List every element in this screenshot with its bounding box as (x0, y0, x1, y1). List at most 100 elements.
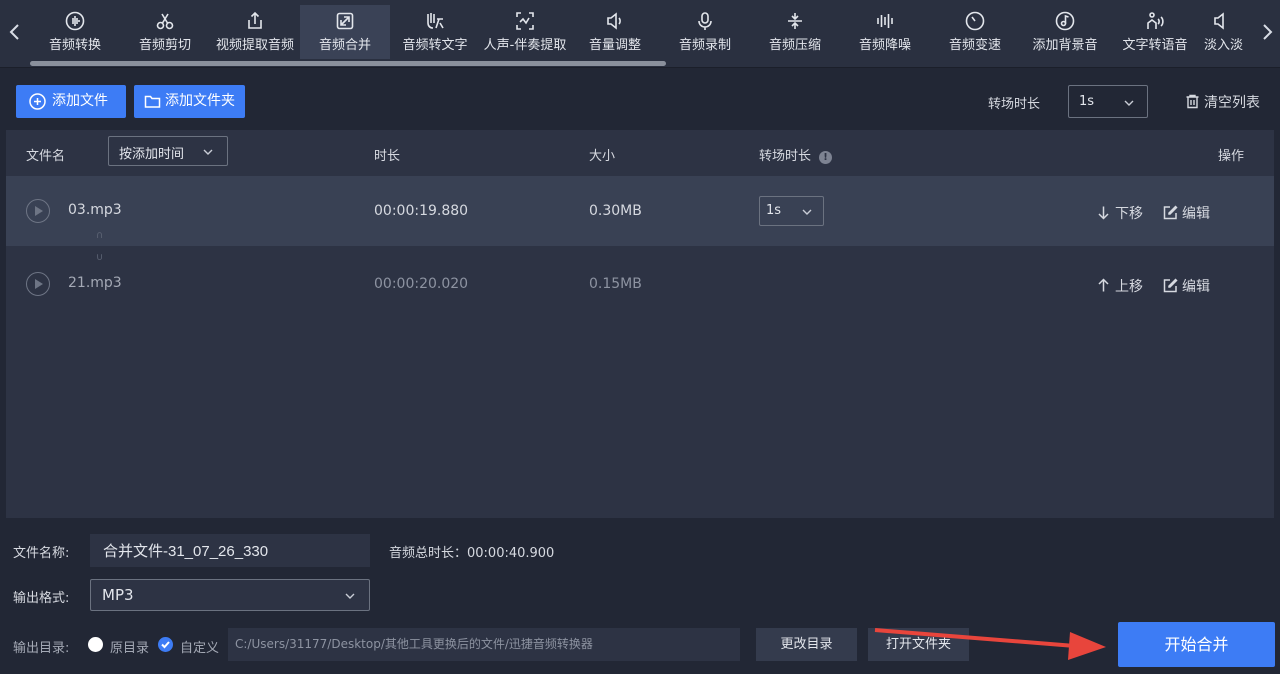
tool-label: 音频合并 (318, 38, 371, 53)
tool-denoise[interactable]: 音频降噪 (840, 5, 930, 59)
header-filename: 文件名 (26, 149, 66, 164)
file-name: 21.mp3 (68, 275, 122, 291)
row-transition-value: 1s (766, 203, 782, 218)
tool-text-to-speech[interactable]: 文字转语音 (1110, 5, 1200, 59)
tool-label: 音频剪切 (138, 38, 191, 53)
move-up-label: 上移 (1115, 279, 1143, 295)
list-header: 文件名 按添加时间 时长 大小 转场时长! 操作 (6, 130, 1274, 176)
format-select[interactable]: MP3 (90, 579, 370, 611)
tool-label: 音频压缩 (768, 38, 821, 53)
tool-label: 添加背景音 (1032, 38, 1098, 53)
chevron-down-icon (802, 206, 812, 216)
radio-original-label: 原目录 (110, 641, 150, 656)
vocal-extract-icon (515, 11, 535, 31)
move-down-button[interactable]: 下移 (1096, 203, 1143, 223)
fade-icon (1212, 11, 1232, 31)
edit-label: 编辑 (1182, 206, 1210, 222)
chevron-left-icon (9, 24, 19, 40)
music-note-circle-icon (1055, 11, 1075, 31)
tool-label: 音频变速 (948, 38, 1001, 53)
add-folder-label: 添加文件夹 (165, 93, 235, 109)
radio-original[interactable] (88, 637, 103, 652)
scroll-right-button[interactable] (1256, 22, 1278, 48)
upload-box-icon (245, 11, 265, 31)
open-folder-button[interactable]: 打开文件夹 (868, 628, 969, 661)
tool-label: 音频降噪 (858, 38, 911, 53)
tool-toolbar: 音频转换 音频剪切 视频提取音频 音频合并 音频转文字 人声-伴奏提取 音量调整 (0, 0, 1280, 68)
scroll-left-button[interactable] (4, 22, 26, 48)
add-file-button[interactable]: 添加文件 (16, 85, 126, 118)
speaker-icon (605, 11, 625, 31)
trash-icon (1186, 94, 1199, 109)
sort-select[interactable]: 按添加时间 (108, 136, 228, 166)
tool-vocal-extract[interactable]: 人声-伴奏提取 (480, 5, 570, 59)
merge-arrows-icon (335, 11, 355, 31)
tool-audio-compress[interactable]: 音频压缩 (750, 5, 840, 59)
transition-label: 转场时长 (988, 97, 1041, 112)
info-icon[interactable]: ! (819, 151, 833, 164)
edit-button[interactable]: 编辑 (1163, 203, 1210, 223)
file-duration: 00:00:19.880 (374, 203, 469, 219)
sort-select-value: 按添加时间 (119, 147, 185, 162)
filename-input[interactable] (90, 534, 370, 567)
scissors-icon (155, 11, 175, 31)
radio-custom[interactable] (158, 637, 173, 652)
edit-button[interactable]: 编辑 (1163, 276, 1210, 296)
tool-speed-change[interactable]: 音频变速 (930, 5, 1020, 59)
format-label: 输出格式: (13, 591, 70, 606)
move-up-button[interactable]: 上移 (1096, 276, 1143, 296)
plus-circle-icon (29, 93, 46, 110)
output-dir-label: 输出目录: (13, 641, 70, 656)
play-icon[interactable] (26, 199, 50, 223)
list-item[interactable]: 03.mp3 00:00:19.880 0.30MB 1s 下移 编辑 (6, 176, 1274, 246)
tool-volume-adjust[interactable]: 音量调整 (570, 5, 660, 59)
header-size: 大小 (589, 149, 616, 164)
tool-audio-convert[interactable]: 音频转换 (30, 5, 120, 59)
drag-handle-icon[interactable]: ∩ (96, 230, 106, 242)
header-duration: 时长 (374, 149, 401, 164)
chevron-down-icon (203, 146, 213, 156)
file-size: 0.15MB (589, 276, 642, 292)
text-speech-icon (1145, 11, 1165, 31)
waveform-circle-icon (65, 11, 85, 31)
check-icon (161, 641, 170, 649)
file-size: 0.30MB (589, 203, 642, 219)
list-item[interactable]: 21.mp3 00:00:20.020 0.15MB 上移 编辑 (6, 249, 1274, 319)
filename-label: 文件名称: (13, 546, 70, 561)
tool-audio-cut[interactable]: 音频剪切 (120, 5, 210, 59)
tool-fade[interactable]: 淡入淡 (1200, 5, 1256, 59)
start-merge-button[interactable]: 开始合并 (1118, 622, 1275, 667)
transition-select[interactable]: 1s (1068, 85, 1148, 118)
total-duration: 音频总时长：00:00:40.900 (389, 546, 555, 561)
tool-label: 视频提取音频 (215, 38, 294, 53)
hand-text-icon (425, 11, 445, 31)
microphone-icon (695, 11, 715, 31)
tool-add-background[interactable]: 添加背景音 (1020, 5, 1110, 59)
folder-icon (144, 95, 161, 108)
file-name: 03.mp3 (68, 202, 122, 218)
tool-label: 音频录制 (678, 38, 731, 53)
row-transition-select[interactable]: 1s (759, 196, 824, 226)
file-list: 文件名 按添加时间 时长 大小 转场时长! 操作 03.mp3 00:00:19… (6, 130, 1274, 518)
radio-custom-label: 自定义 (180, 641, 220, 656)
add-folder-button[interactable]: 添加文件夹 (134, 85, 245, 118)
change-dir-button[interactable]: 更改目录 (756, 628, 857, 661)
output-path-field[interactable]: C:/Users/31177/Desktop/其他工具更换后的文件/迅捷音频转换… (228, 628, 740, 661)
tool-label: 音频转换 (48, 38, 101, 53)
toolbar-scrollbar[interactable] (30, 61, 666, 66)
move-down-label: 下移 (1115, 206, 1143, 222)
compress-icon (785, 11, 805, 31)
tool-label: 音频转文字 (402, 38, 468, 53)
arrow-down-icon (1098, 206, 1109, 220)
edit-icon (1163, 205, 1178, 220)
clear-list-button[interactable]: 清空列表 (1185, 92, 1260, 112)
edit-label: 编辑 (1182, 279, 1210, 295)
tool-audio-merge[interactable]: 音频合并 (300, 5, 390, 59)
tool-label: 人声-伴奏提取 (483, 38, 567, 53)
tool-audio-to-text[interactable]: 音频转文字 (390, 5, 480, 59)
tool-audio-record[interactable]: 音频录制 (660, 5, 750, 59)
tool-video-extract[interactable]: 视频提取音频 (210, 5, 300, 59)
play-icon[interactable] (26, 272, 50, 296)
tool-label: 文字转语音 (1122, 38, 1188, 53)
format-select-value: MP3 (102, 586, 134, 604)
